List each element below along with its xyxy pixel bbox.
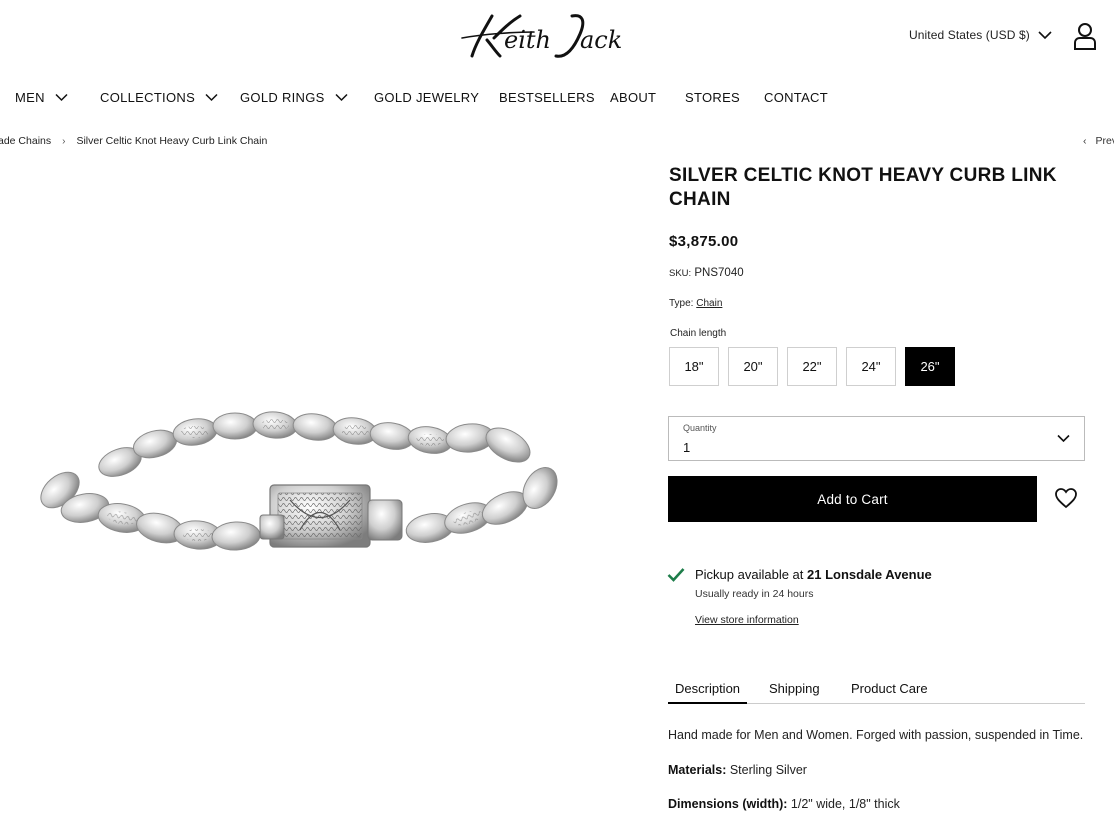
svg-text:eith: eith xyxy=(504,26,551,54)
add-to-cart-button[interactable]: Add to Cart xyxy=(668,476,1037,522)
nav-item-stores[interactable]: STORES xyxy=(685,90,740,105)
product-sku: SKU: PNS7040 xyxy=(669,267,744,279)
quantity-value: 1 xyxy=(683,440,691,455)
type-link[interactable]: Chain xyxy=(696,298,722,309)
pickup-text: Pickup available at xyxy=(695,567,808,582)
chevron-right-icon: › xyxy=(62,135,66,147)
materials-label: Materials: xyxy=(668,763,727,777)
materials-value: Sterling Silver xyxy=(726,763,807,777)
product-price: $3,875.00 xyxy=(669,233,739,250)
dimensions-value: 1/2" wide, 1/8" thick xyxy=(787,797,900,811)
nav-item-contact[interactable]: CONTACT xyxy=(764,90,828,105)
nav-item-bestsellers[interactable]: BESTSELLERS xyxy=(499,90,595,105)
type-label: Type: xyxy=(669,298,694,309)
view-store-info-link[interactable]: View store information xyxy=(695,614,799,626)
product-type: Type: Chain xyxy=(669,298,722,309)
check-icon xyxy=(667,568,685,582)
pickup-store: 21 Lonsdale Avenue xyxy=(807,567,932,582)
chevron-down-icon xyxy=(205,93,218,102)
nav-item-men[interactable]: MEN xyxy=(15,90,68,105)
nav-item-about[interactable]: ABOUT xyxy=(610,90,656,105)
nav-label: BESTSELLERS xyxy=(499,90,595,105)
nav-label: GOLD RINGS xyxy=(240,90,325,105)
tab-product-care[interactable]: Product Care xyxy=(851,681,928,696)
length-option-24[interactable]: 24" xyxy=(846,347,896,386)
chevron-down-icon xyxy=(1057,434,1070,443)
chain-length-options: 18" 20" 22" 24" 26" xyxy=(669,347,955,386)
currency-selector[interactable]: United States (USD $) xyxy=(909,28,1052,42)
pickup-ready-time: Usually ready in 24 hours xyxy=(695,588,814,600)
length-option-18[interactable]: 18" xyxy=(669,347,719,386)
nav-label: MEN xyxy=(15,90,45,105)
sku-value: PNS7040 xyxy=(694,267,744,279)
tab-shipping[interactable]: Shipping xyxy=(769,681,820,696)
chevron-down-icon xyxy=(55,93,68,102)
nav-label: COLLECTIONS xyxy=(100,90,196,105)
svg-text:ack: ack xyxy=(580,26,622,54)
breadcrumb-link[interactable]: ade Chains xyxy=(0,135,51,147)
length-option-20[interactable]: 20" xyxy=(728,347,778,386)
quantity-select[interactable]: Quantity 1 xyxy=(668,416,1085,461)
heart-icon[interactable] xyxy=(1054,487,1078,509)
description-text: Hand made for Men and Women. Forged with… xyxy=(668,728,1084,742)
pickup-availability: Pickup available at 21 Lonsdale Avenue xyxy=(695,567,932,582)
nav-label: STORES xyxy=(685,90,741,105)
length-option-22[interactable]: 22" xyxy=(787,347,837,386)
chevron-down-icon xyxy=(335,93,348,102)
nav-item-gold-jewelry[interactable]: GOLD JEWELRY xyxy=(374,90,479,105)
prev-product-link[interactable]: ‹ Prev xyxy=(1083,135,1114,147)
sku-label: SKU: xyxy=(669,268,692,279)
materials-line: Materials: Sterling Silver xyxy=(668,763,807,777)
length-option-26[interactable]: 26" xyxy=(905,347,955,386)
dimensions-label: Dimensions (width): xyxy=(668,797,788,811)
product-title: SILVER CELTIC KNOT HEAVY CURB LINK CHAIN xyxy=(669,165,1057,210)
breadcrumb: ade Chains › Silver Celtic Knot Heavy Cu… xyxy=(0,135,267,147)
keith-jack-logo[interactable]: eith ack xyxy=(454,8,634,66)
product-tabs: Description Shipping Product Care xyxy=(667,680,1085,704)
dimensions-line: Dimensions (width): 1/2" wide, 1/8" thic… xyxy=(668,797,900,811)
nav-item-collections[interactable]: COLLECTIONS xyxy=(100,90,218,105)
chevron-left-icon: ‹ xyxy=(1083,135,1087,147)
user-icon[interactable] xyxy=(1072,22,1098,50)
tab-description[interactable]: Description xyxy=(667,681,748,704)
chain-length-label: Chain length xyxy=(670,328,727,339)
nav-label: ABOUT xyxy=(610,90,657,105)
quantity-label: Quantity xyxy=(683,423,717,433)
main-nav: MEN COLLECTIONS GOLD RINGS GOLD JEWELRY … xyxy=(0,90,1114,110)
nav-label: CONTACT xyxy=(764,90,828,105)
chevron-down-icon xyxy=(1038,31,1052,40)
currency-label: United States (USD $) xyxy=(909,28,1030,42)
breadcrumb-current: Silver Celtic Knot Heavy Curb Link Chain xyxy=(76,135,268,147)
nav-item-gold-rings[interactable]: GOLD RINGS xyxy=(240,90,348,105)
product-image[interactable] xyxy=(30,400,575,570)
nav-label: GOLD JEWELRY xyxy=(374,90,480,105)
prev-label: Prev xyxy=(1095,135,1114,147)
